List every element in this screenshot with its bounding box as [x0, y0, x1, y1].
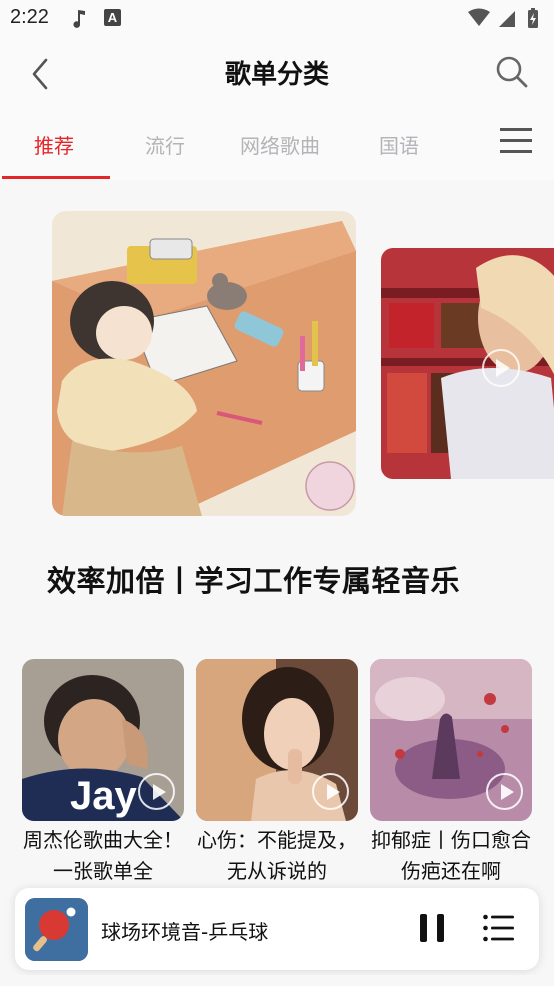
music-note-icon [73, 10, 85, 28]
tab-mandarin[interactable]: 国语 [379, 130, 419, 159]
page-title: 歌单分类 [224, 60, 329, 90]
playlist-cover [370, 659, 532, 821]
tab-internet-songs[interactable]: 网络歌曲 [240, 130, 320, 159]
playlist-title: 心伤：不能提及，无从诉说的 [197, 828, 357, 883]
study-illustration [52, 211, 356, 516]
play-icon[interactable] [486, 773, 523, 810]
tab-recommend[interactable]: 推荐 [34, 130, 74, 159]
ping-pong-paddle-icon [25, 898, 88, 961]
category-tabs: 推荐 流行 网络歌曲 国语 [0, 110, 554, 180]
menu-icon[interactable] [500, 128, 532, 156]
playlist-card[interactable]: 抑郁症丨伤口愈合伤疤还在啊 [370, 659, 532, 887]
svg-text:Jay: Jay [70, 774, 137, 818]
playlist-card[interactable]: Jay 周杰伦歌曲大全！一张歌单全 [22, 659, 184, 887]
status-bar: 2:22 A [0, 0, 554, 38]
pause-icon[interactable] [417, 912, 447, 946]
tab-popular[interactable]: 流行 [145, 130, 185, 159]
mini-player[interactable]: 球场环境音-乒乓球 [15, 888, 539, 970]
wifi-icon [468, 8, 490, 26]
app-notification-icon: A [104, 9, 121, 26]
now-playing-cover [25, 898, 88, 961]
search-icon [496, 56, 528, 88]
playlist-title: 周杰伦歌曲大全！一张歌单全 [23, 828, 183, 883]
snack-shelf-photo [381, 248, 554, 479]
now-playing-title: 球场环境音-乒乓球 [101, 920, 269, 944]
search-button[interactable] [490, 50, 534, 94]
active-tab-indicator [2, 176, 110, 179]
playlist-icon[interactable] [482, 913, 516, 943]
banner-image-main[interactable] [52, 211, 356, 516]
header: 歌单分类 [0, 38, 554, 110]
banner-image-secondary[interactable] [381, 248, 554, 479]
status-indicators [468, 8, 538, 28]
play-icon[interactable] [312, 773, 349, 810]
playlist-card[interactable]: 心伤：不能提及，无从诉说的 [196, 659, 358, 887]
play-icon[interactable] [138, 773, 175, 810]
bottom-spacer [0, 975, 554, 986]
playlist-title: 抑郁症丨伤口愈合伤疤还在啊 [371, 828, 531, 883]
banner-caption: 效率加倍丨学习工作专属轻音乐 [47, 564, 461, 598]
status-time: 2:22 [10, 6, 49, 28]
playlist-cover: Jay [22, 659, 184, 821]
playlist-cover [196, 659, 358, 821]
signal-icon [499, 11, 515, 27]
